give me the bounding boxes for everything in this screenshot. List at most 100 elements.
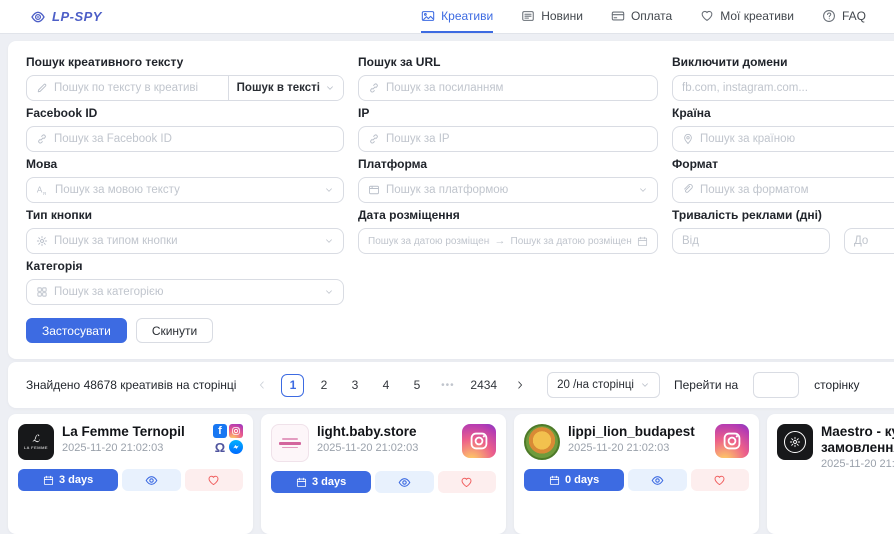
view-button[interactable] (375, 471, 433, 493)
pagination-page-3[interactable]: 3 (343, 374, 366, 397)
facebook-id-input-group (26, 126, 344, 152)
card-date: 2025-11-20 21:02:03 (62, 442, 205, 454)
button-type-placeholder: Пошук за типом кнопки (54, 235, 178, 247)
eye-icon (651, 474, 664, 487)
favorite-button[interactable] (691, 469, 749, 491)
filter-category: Категорія Пошук за категорією (26, 259, 344, 305)
chevron-right-icon (515, 380, 525, 390)
days-button[interactable]: 3 days (271, 471, 371, 493)
pencil-icon (36, 82, 48, 94)
exclude-domains-input[interactable] (682, 82, 894, 94)
view-button[interactable] (122, 469, 180, 491)
card-title: La Femme Ternopil (62, 424, 205, 440)
nav-item-news[interactable]: Новини (521, 0, 583, 33)
jump-page-input[interactable] (753, 372, 799, 398)
filter-label: Facebook ID (26, 106, 344, 120)
filter-label: Виключити домени (672, 55, 894, 69)
jump-suffix: сторінку (814, 378, 859, 392)
facebook-icon: f (213, 424, 227, 438)
page-size-select[interactable]: 20 /на сторінці (547, 372, 660, 398)
facebook-id-input[interactable] (54, 133, 334, 145)
country-input[interactable] (700, 133, 894, 145)
nav-label: Креативи (441, 9, 493, 23)
creative-card[interactable]: light.baby.store 2025-11-20 21:02:03 3 d… (261, 414, 506, 534)
nav-item-faq[interactable]: FAQ (822, 0, 866, 33)
days-label: 3 days (59, 474, 93, 486)
chevron-down-icon (325, 83, 335, 93)
ip-input[interactable] (386, 133, 648, 145)
pagination-ellipsis[interactable]: ••• (436, 374, 459, 397)
days-label: 0 days (565, 474, 599, 486)
window-icon (368, 184, 380, 196)
main-nav: Креативи Новини Оплата Мої креативи FAQ (421, 0, 866, 33)
url-input[interactable] (386, 82, 648, 94)
days-button[interactable]: 0 days (524, 469, 624, 491)
pagination-page-5[interactable]: 5 (405, 374, 428, 397)
search-mode-value: Пошук в тексті (237, 82, 320, 94)
days-button[interactable]: 3 days (18, 469, 118, 491)
results-bar: Знайдено 48678 креативів на сторінці 1 2… (8, 362, 894, 408)
filter-exclude-domains: Виключити домени (672, 55, 894, 101)
favorite-button[interactable] (185, 469, 243, 491)
chevron-down-icon (324, 185, 334, 195)
creative-text-input[interactable] (54, 82, 222, 94)
creative-card[interactable]: ℒ LA FEMME La Femme Ternopil 2025-11-20 … (8, 414, 253, 534)
range-arrow: → (495, 235, 506, 247)
exclude-domains-input-group (672, 75, 894, 101)
calendar-icon (296, 477, 307, 488)
link-icon (368, 133, 380, 145)
filter-facebook-id: Facebook ID (26, 106, 344, 152)
filter-ip: IP (358, 106, 658, 152)
apply-button[interactable]: Застосувати (26, 318, 127, 343)
nav-item-payment[interactable]: Оплата (611, 0, 672, 33)
avatar (271, 424, 309, 462)
pagination-page-4[interactable]: 4 (374, 374, 397, 397)
pagination-next[interactable] (508, 374, 531, 397)
nav-item-creatives[interactable]: Креативи (421, 0, 493, 33)
category-select[interactable]: Пошук за категорією (26, 279, 344, 305)
category-placeholder: Пошук за категорією (54, 286, 163, 298)
favorite-button[interactable] (438, 471, 496, 493)
gear-icon (36, 235, 48, 247)
avatar-text: LA FEMME (24, 445, 48, 450)
pagination-page-2[interactable]: 2 (312, 374, 335, 397)
platform-select[interactable]: Пошук за платформою (358, 177, 658, 203)
creative-card[interactable]: Maestro - кухні, меблі на замовлення в У… (767, 414, 894, 534)
filter-url: Пошук за URL (358, 55, 658, 101)
pagination-prev[interactable] (250, 374, 273, 397)
reset-button[interactable]: Скинути (136, 318, 213, 343)
messenger-icon (229, 440, 243, 454)
chevron-left-icon (257, 380, 267, 390)
days-label: 3 days (312, 476, 346, 488)
jump-prefix: Перейти на (674, 378, 738, 392)
nav-item-my-creatives[interactable]: Мої креативи (700, 0, 794, 33)
creative-card[interactable]: lippi_lion_budapest 2025-11-20 21:02:03 … (514, 414, 759, 534)
brand-name: LP-SPY (52, 9, 102, 24)
button-type-select[interactable]: Пошук за типом кнопки (26, 228, 344, 254)
filter-label: Пошук креативного тексту (26, 55, 344, 69)
audience-network-icon: Ω (213, 440, 227, 454)
platform-icons (462, 424, 496, 458)
date-start-placeholder: Пошук за датою розміщення (368, 236, 490, 247)
search-mode-select[interactable]: Пошук в тексті (228, 76, 343, 100)
view-button[interactable] (628, 469, 686, 491)
language-select[interactable]: Пошук за мовою тексту (26, 177, 344, 203)
duration-to-input[interactable] (854, 235, 894, 247)
pagination-page-last[interactable]: 2434 (467, 374, 500, 397)
instagram-icon (229, 424, 243, 438)
duration-from-input[interactable] (682, 235, 820, 247)
format-input[interactable] (700, 184, 894, 196)
instagram-icon (462, 424, 496, 458)
filter-date: Дата розміщення Пошук за датою розміщенн… (358, 208, 658, 254)
date-range-picker[interactable]: Пошук за датою розміщення → Пошук за дат… (358, 228, 658, 254)
brand-logo[interactable]: LP-SPY (30, 9, 102, 25)
filter-label: Пошук за URL (358, 55, 658, 69)
creative-cards-row: ℒ LA FEMME La Femme Ternopil 2025-11-20 … (8, 414, 894, 534)
calendar-icon (637, 236, 648, 247)
filter-country: Країна (672, 106, 894, 152)
pagination-page-1[interactable]: 1 (281, 374, 304, 397)
filter-label: Дата розміщення (358, 208, 658, 222)
nav-label: Мої креативи (720, 9, 794, 23)
instagram-icon (715, 424, 749, 458)
avatar-emblem (784, 431, 806, 453)
